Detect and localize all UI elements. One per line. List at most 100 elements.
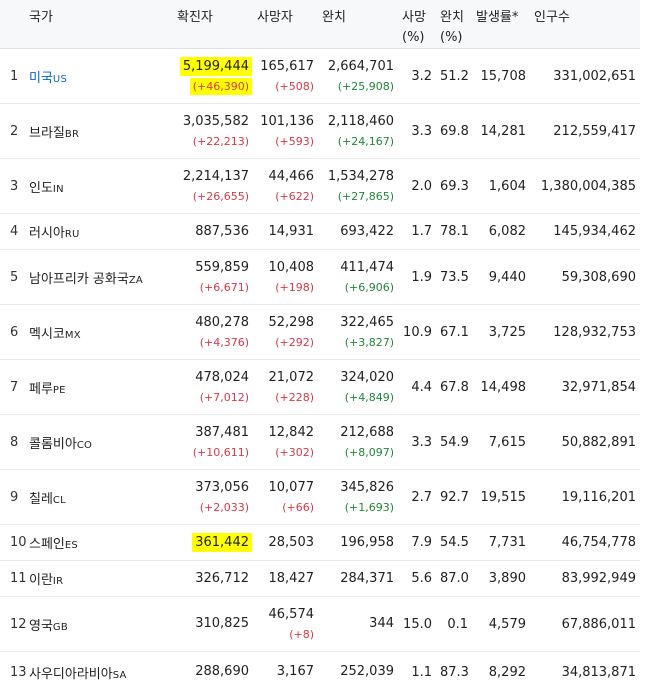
deaths-value: 46,574 (268, 607, 315, 622)
recovered-value: 411,474 (340, 260, 394, 275)
country-cell: 영국GB (25, 596, 173, 652)
confirmed-value: 387,481 (195, 425, 249, 440)
deaths-delta: (+508) (275, 80, 314, 93)
row-rank: 8 (0, 414, 25, 470)
recovered-value: 345,826 (340, 480, 394, 495)
population-cell: 32,971,854 (530, 359, 640, 415)
confirmed-cell: 288,690 (173, 651, 253, 693)
confirmed-cell: 2,214,137 (+26,655) (173, 158, 253, 214)
country-cell: 브라질BR (25, 103, 173, 159)
country-code: IR (52, 576, 64, 587)
deaths-cell: 14,931 (253, 213, 318, 250)
death-rate-cell: 4.4 (398, 359, 436, 415)
header-recovered[interactable]: 완치 (318, 0, 398, 49)
header-death-rate[interactable]: 사망(%) (398, 0, 436, 49)
death-rate-cell: 15.0 (398, 596, 436, 652)
header-deaths[interactable]: 사망자 (253, 0, 318, 49)
row-rank: 4 (0, 213, 25, 250)
row-rank: 1 (0, 48, 25, 104)
recovered-delta: (+1,693) (344, 501, 394, 514)
recovered-cell: 252,039 (318, 651, 398, 693)
incidence-cell: 15,708 (472, 48, 530, 104)
country-code: RU (64, 229, 80, 240)
row-rank: 3 (0, 158, 25, 214)
recovery-rate-cell: 87.0 (436, 560, 472, 597)
recovery-rate-cell: 67.1 (436, 304, 472, 360)
country-code: IN (52, 183, 64, 195)
death-rate-cell: 1.1 (398, 651, 436, 693)
header-recovery-rate[interactable]: 완치(%) (436, 0, 472, 49)
recovered-cell: 322,465 (+3,827) (318, 304, 398, 360)
country-name[interactable]: 미국 (29, 71, 53, 86)
country-cell: 이란IR (25, 560, 173, 597)
confirmed-cell: 559,859 (+6,671) (173, 249, 253, 305)
table-row: 3 인도IN 2,214,137 (+26,655) 44,466 (+622) 1,534… (0, 158, 640, 214)
population-cell: 19,116,201 (530, 469, 640, 525)
confirmed-delta: (+2,033) (199, 501, 249, 514)
recovered-delta: (+27,865) (337, 190, 394, 203)
population-cell: 212,559,417 (530, 103, 640, 159)
deaths-cell: 10,408 (+198) (253, 249, 318, 305)
confirmed-cell: 310,825 (173, 596, 253, 652)
recovered-cell: 324,020 (+4,849) (318, 359, 398, 415)
table-row: 8 콜롬비아CO 387,481 (+10,611) 12,842 (+302) 212,6… (0, 414, 640, 470)
death-rate-cell: 3.2 (398, 48, 436, 104)
deaths-cell: 18,427 (253, 560, 318, 597)
confirmed-value: 480,278 (195, 315, 249, 330)
country-cell: 러시아RU (25, 213, 173, 250)
recovered-delta: (+3,827) (344, 336, 394, 349)
recovered-value: 2,118,460 (327, 114, 394, 129)
table-row: 2 브라질BR 3,035,582 (+22,213) 101,136 (+593) 2,1… (0, 103, 640, 159)
recovery-rate-cell: 69.3 (436, 158, 472, 214)
recovered-cell: 2,118,460 (+24,167) (318, 103, 398, 159)
header-population[interactable]: 인구수 (530, 0, 640, 49)
country-name: 스페인 (29, 537, 65, 552)
recovered-value: 1,534,278 (327, 169, 394, 184)
incidence-cell: 4,579 (472, 596, 530, 652)
death-rate-cell: 3.3 (398, 103, 436, 159)
deaths-value: 10,408 (268, 260, 315, 275)
confirmed-cell: 3,035,582 (+22,213) (173, 103, 253, 159)
recovered-value: 344 (369, 616, 394, 631)
recovered-value: 196,958 (340, 534, 394, 550)
recovered-cell: 411,474 (+6,906) (318, 249, 398, 305)
confirmed-value: 478,024 (195, 370, 249, 385)
population-cell: 331,002,651 (530, 48, 640, 104)
recovered-cell: 196,958 (318, 524, 398, 561)
header-country[interactable]: 국가 (25, 0, 173, 49)
row-rank: 11 (0, 560, 27, 597)
deaths-value: 18,427 (268, 570, 315, 586)
deaths-cell: 46,574 (+8) (253, 596, 318, 652)
deaths-cell: 28,503 (253, 524, 318, 561)
deaths-value: 12,842 (268, 425, 315, 440)
confirmed-delta: (+10,611) (192, 446, 249, 459)
incidence-cell: 7,615 (472, 414, 530, 470)
population-cell: 1,380,004,385 (530, 158, 640, 214)
deaths-delta: (+8) (289, 628, 314, 641)
table-row: 5 남아프리카 공화국ZA 559,859 (+6,671) 10,408 (+198) 4… (0, 249, 640, 305)
death-rate-cell: 5.6 (398, 560, 436, 597)
recovery-rate-cell: 78.1 (436, 213, 472, 250)
recovered-cell: 284,371 (318, 560, 398, 597)
incidence-cell: 3,890 (472, 560, 530, 597)
deaths-cell: 21,072 (+228) (253, 359, 318, 415)
recovery-rate-cell: 73.5 (436, 249, 472, 305)
country-name: 칠레 (29, 491, 53, 507)
recovered-value: 284,371 (340, 570, 394, 586)
deaths-value: 101,136 (260, 114, 314, 129)
country-cell[interactable]: 미국US (25, 48, 173, 104)
country-code: SA (112, 669, 127, 681)
country-code: ES (64, 540, 78, 551)
header-incidence[interactable]: 발생률* (472, 0, 530, 49)
deaths-value: 3,167 (276, 664, 314, 680)
country-name: 브라질 (29, 125, 65, 141)
country-name: 인도 (29, 180, 53, 196)
confirmed-delta: (+6,671) (199, 281, 249, 294)
population-cell: 67,886,011 (530, 596, 640, 652)
table-row: 1 미국US 5,199,444 (+46,390) 165,617 (+508) 2,66… (0, 48, 640, 104)
country-cell: 멕시코MX (25, 304, 173, 360)
header-confirmed[interactable]: 확진자 (173, 0, 253, 49)
incidence-cell: 1,604 (472, 158, 530, 214)
recovered-cell: 344 (318, 596, 398, 652)
confirmed-value: 288,690 (195, 664, 249, 680)
